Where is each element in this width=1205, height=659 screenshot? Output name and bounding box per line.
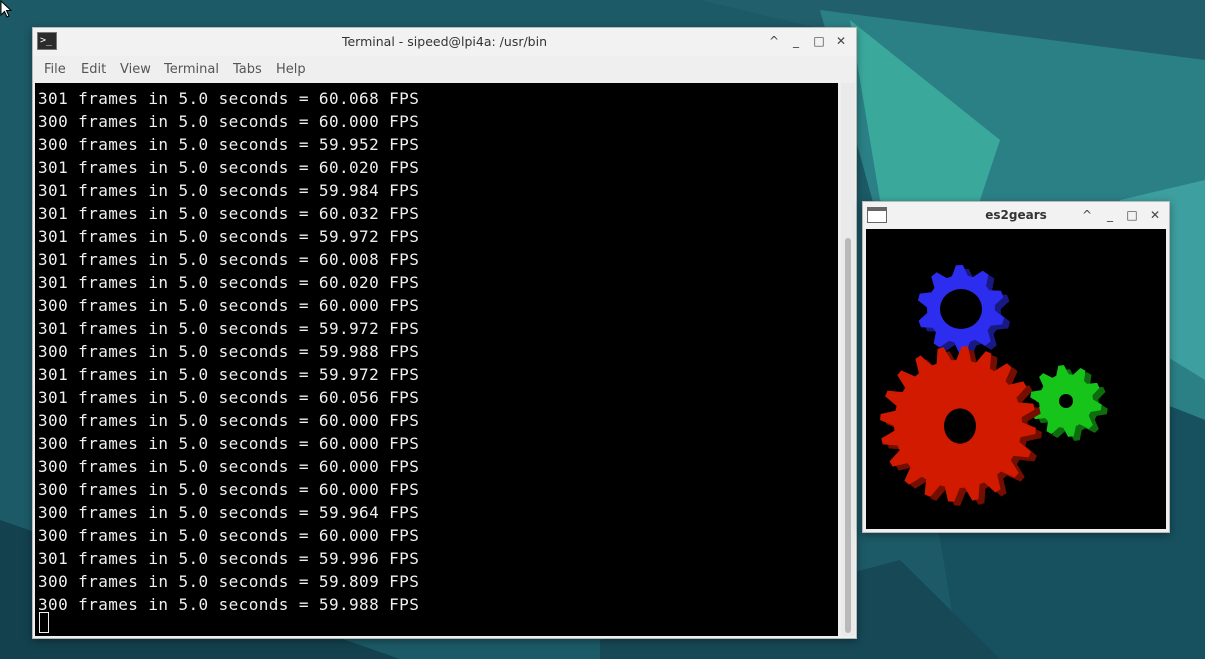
es2gears-window: es2gears ^ _ □ ✕ xyxy=(862,201,1170,533)
terminal-lines: 301 frames in 5.0 seconds = 60.068 FPS 30… xyxy=(38,87,419,616)
terminal-line: 301 frames in 5.0 seconds = 60.020 FPS xyxy=(38,158,420,177)
terminal-line: 301 frames in 5.0 seconds = 59.972 FPS xyxy=(38,319,420,338)
terminal-line: 301 frames in 5.0 seconds = 60.032 FPS xyxy=(38,204,420,223)
terminal-line: 300 frames in 5.0 seconds = 59.988 FPS xyxy=(38,595,420,614)
menu-view[interactable]: View xyxy=(120,62,151,77)
terminal-titlebar[interactable]: >_ Terminal - sipeed@lpi4a: /usr/bin ^ _… xyxy=(33,28,856,56)
red-gear xyxy=(880,346,1042,506)
gears-render-canvas[interactable] xyxy=(866,229,1166,529)
terminal-line: 300 frames in 5.0 seconds = 59.964 FPS xyxy=(38,503,420,522)
menu-terminal[interactable]: Terminal xyxy=(164,62,219,77)
terminal-line: 300 frames in 5.0 seconds = 60.000 FPS xyxy=(38,526,420,545)
terminal-window: >_ Terminal - sipeed@lpi4a: /usr/bin ^ _… xyxy=(32,27,857,639)
terminal-line: 301 frames in 5.0 seconds = 60.020 FPS xyxy=(38,273,420,292)
menu-tabs[interactable]: Tabs xyxy=(233,62,262,77)
terminal-line: 300 frames in 5.0 seconds = 60.000 FPS xyxy=(38,457,420,476)
terminal-cursor xyxy=(39,612,49,633)
terminal-line: 301 frames in 5.0 seconds = 59.984 FPS xyxy=(38,181,420,200)
menu-help[interactable]: Help xyxy=(276,62,306,77)
terminal-line: 301 frames in 5.0 seconds = 60.068 FPS xyxy=(38,89,420,108)
shade-button[interactable]: ^ xyxy=(766,33,782,49)
shade-button[interactable]: ^ xyxy=(1079,207,1095,223)
terminal-line: 300 frames in 5.0 seconds = 60.000 FPS xyxy=(38,112,420,131)
terminal-line: 301 frames in 5.0 seconds = 59.972 FPS xyxy=(38,227,420,246)
close-button[interactable]: ✕ xyxy=(1147,207,1163,223)
close-button[interactable]: ✕ xyxy=(833,33,849,49)
terminal-line: 300 frames in 5.0 seconds = 60.000 FPS xyxy=(38,296,420,315)
terminal-line: 300 frames in 5.0 seconds = 59.809 FPS xyxy=(38,572,420,591)
terminal-menubar: File Edit View Terminal Tabs Help xyxy=(33,56,856,82)
maximize-button[interactable]: □ xyxy=(811,33,827,49)
mouse-cursor-icon xyxy=(0,0,13,18)
es2gears-titlebar[interactable]: es2gears ^ _ □ ✕ xyxy=(863,202,1169,229)
terminal-line: 301 frames in 5.0 seconds = 60.056 FPS xyxy=(38,388,420,407)
terminal-line: 300 frames in 5.0 seconds = 59.988 FPS xyxy=(38,342,420,361)
menu-edit[interactable]: Edit xyxy=(81,62,106,77)
menu-file[interactable]: File xyxy=(44,62,66,77)
green-gear xyxy=(1030,365,1108,441)
terminal-line: 301 frames in 5.0 seconds = 60.008 FPS xyxy=(38,250,420,269)
terminal-output[interactable]: 301 frames in 5.0 seconds = 60.068 FPS 30… xyxy=(35,83,838,636)
scrollbar-thumb[interactable] xyxy=(845,238,851,633)
terminal-line: 301 frames in 5.0 seconds = 59.972 FPS xyxy=(38,365,420,384)
terminal-line: 300 frames in 5.0 seconds = 59.952 FPS xyxy=(38,135,420,154)
gears-scene xyxy=(880,265,1108,506)
minimize-button[interactable]: _ xyxy=(788,33,804,49)
maximize-button[interactable]: □ xyxy=(1124,207,1140,223)
blue-gear xyxy=(917,265,1011,357)
terminal-line: 300 frames in 5.0 seconds = 60.000 FPS xyxy=(38,480,420,499)
terminal-scrollbar[interactable] xyxy=(841,83,855,636)
terminal-line: 300 frames in 5.0 seconds = 60.000 FPS xyxy=(38,411,420,430)
terminal-line: 300 frames in 5.0 seconds = 60.000 FPS xyxy=(38,434,420,453)
minimize-button[interactable]: _ xyxy=(1102,207,1118,223)
terminal-title: Terminal - sipeed@lpi4a: /usr/bin xyxy=(341,34,548,49)
terminal-line: 301 frames in 5.0 seconds = 59.996 FPS xyxy=(38,549,420,568)
